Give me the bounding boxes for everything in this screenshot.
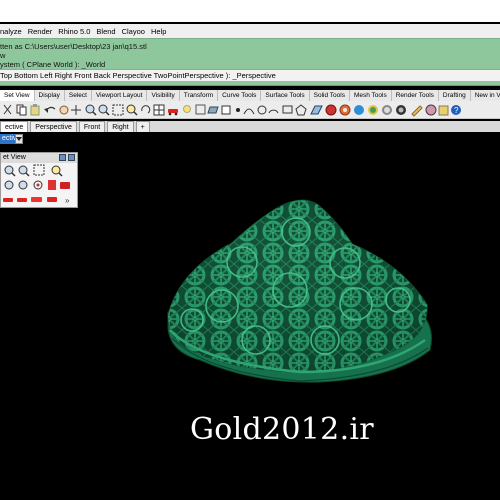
rhino-window: nalyze Render Rhino 5.0 Blend Clayoo Hel… (0, 0, 500, 500)
watermark: Gold2012.ir (190, 412, 374, 447)
